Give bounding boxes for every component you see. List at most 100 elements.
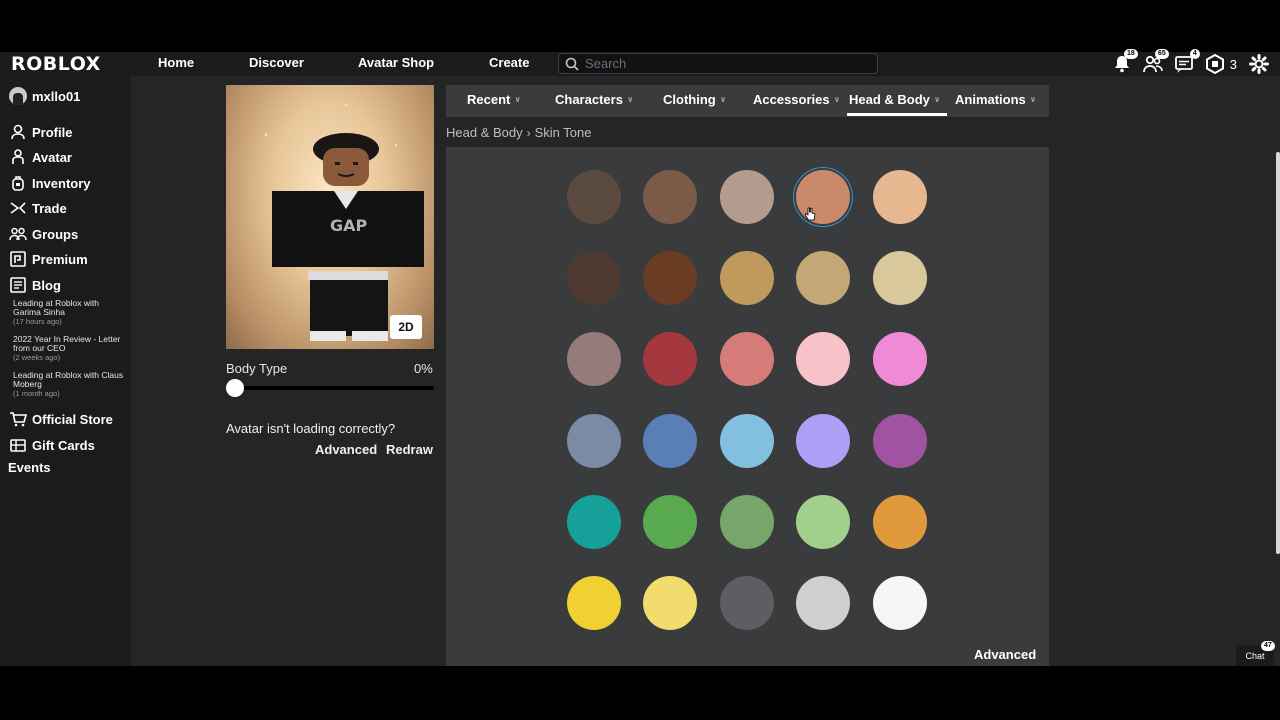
breadcrumb-parent[interactable]: Head & Body [446,125,523,140]
skin-tone-swatch[interactable] [643,170,697,224]
skin-tone-swatch[interactable] [643,576,697,630]
skin-tone-swatch[interactable] [873,495,927,549]
skin-tone-swatch[interactable] [796,251,850,305]
view-2d-toggle-button[interactable]: 2D [390,315,422,339]
messages-badge: 4 [1189,49,1200,59]
tab-clothing[interactable]: Clothing ∨ [663,92,726,107]
sidebar-item-label: Groups [32,226,79,242]
top-nav: ROBLOX Home Discover Avatar Shop Create … [0,49,1280,76]
blog-post-link[interactable]: Leading at Roblox with Claus Moberg (1 m… [13,370,128,399]
tab-label: Head & Body [849,92,930,107]
avatar-figure-image: GAP [264,104,424,341]
skin-tone-swatch[interactable] [720,332,774,386]
notifications-bell-icon[interactable]: 18 [1111,49,1138,75]
page-scrollbar[interactable] [1276,152,1280,554]
settings-gear-icon[interactable] [1248,53,1270,75]
nav-home[interactable]: Home [158,55,194,70]
friends-icon[interactable]: 65 [1142,49,1169,75]
sidebar-item-events[interactable]: Events [8,460,51,475]
skin-tone-swatch[interactable] [796,414,850,468]
skin-tone-swatch[interactable] [873,576,927,630]
skin-tone-swatch[interactable] [567,576,621,630]
chevron-down-icon: ∨ [514,95,521,104]
body-type-label: Body Type [226,361,288,376]
nav-discover[interactable]: Discover [249,55,304,70]
skin-tone-swatch[interactable] [567,170,621,224]
skin-tone-swatch[interactable] [567,414,621,468]
skin-tone-swatch[interactable] [873,251,927,305]
skin-tone-swatch[interactable] [720,414,774,468]
skin-tone-swatch[interactable] [643,414,697,468]
chevron-down-icon: ∨ [933,95,941,104]
sidebar-item-profile[interactable]: Profile [9,123,72,141]
skin-tone-swatch[interactable] [567,251,621,305]
blog-post-time: (1 month ago) [13,389,60,398]
messages-icon[interactable]: 4 [1173,49,1200,75]
advanced-button[interactable]: Advanced [315,442,377,457]
sidebar-item-trade[interactable]: Trade [9,199,67,217]
redraw-button[interactable]: Redraw [386,442,433,457]
blog-post-time: (17 hours ago) [13,317,62,326]
skin-tone-swatch[interactable] [720,495,774,549]
skin-tone-swatch[interactable] [643,251,697,305]
search-input[interactable] [585,56,865,71]
chevron-right-icon: › [526,125,531,140]
blog-post-link[interactable]: 2022 Year In Review - Letter from our CE… [13,335,128,363]
tab-head-and-body[interactable]: Head & Body ∨ [849,92,940,107]
skin-tone-swatch[interactable] [796,495,850,549]
skin-tone-advanced-button[interactable]: Advanced [974,647,1036,662]
skin-tone-panel [446,147,1049,666]
sidebar-item-premium[interactable]: Premium [9,250,88,268]
skin-tone-swatch[interactable] [796,576,850,630]
sidebar-item-gift-cards[interactable]: Gift Cards [9,436,95,454]
skin-tone-swatch[interactable] [567,332,621,386]
sidebar-item-label: Blog [32,277,61,293]
blog-post-title: Leading at Roblox with Claus Moberg [13,370,124,389]
tab-animations[interactable]: Animations ∨ [955,92,1036,107]
sidebar-item-blog[interactable]: Blog [9,276,61,294]
blog-post-title: Leading at Roblox with Garima Sinha [13,298,100,317]
body-type-slider-track[interactable] [226,386,434,390]
skin-tone-swatch[interactable] [643,495,697,549]
cart-icon [10,412,27,427]
tab-label: Clothing [663,92,716,107]
robux-icon[interactable] [1204,53,1226,75]
avatar-preview[interactable]: GAP 2D [226,85,434,349]
breadcrumb: Head & Body › Skin Tone [446,125,591,140]
body-type-value: 0% [414,361,433,376]
skin-tone-swatch[interactable] [873,414,927,468]
skin-tone-swatch[interactable] [873,332,927,386]
tab-accessories[interactable]: Accessories ∨ [753,92,840,107]
blog-post-link[interactable]: Leading at Roblox with Garima Sinha (17 … [13,298,128,327]
skin-tone-swatch[interactable] [720,251,774,305]
avatar [9,87,27,105]
person-icon [11,124,25,140]
skin-tone-swatch[interactable] [643,332,697,386]
sidebar-item-avatar[interactable]: Avatar [9,148,72,166]
chevron-down-icon: ∨ [719,95,727,104]
user-profile-link[interactable]: mxllo01 [9,87,80,105]
roblox-logo[interactable]: ROBLOX [11,53,101,75]
chevron-down-icon: ∨ [1029,95,1037,104]
tab-label: Recent [467,92,511,107]
backpack-icon [12,176,24,191]
skin-tone-swatch[interactable] [567,495,621,549]
letterbox-top [0,0,1280,52]
skin-tone-swatch[interactable] [873,170,927,224]
sidebar-item-official-store[interactable]: Official Store [9,410,113,428]
sidebar-item-inventory[interactable]: Inventory [9,174,91,192]
tab-characters[interactable]: Characters ∨ [555,92,633,107]
username: mxllo01 [32,88,81,104]
body-type-slider-handle[interactable] [226,379,244,397]
skin-tone-swatch[interactable] [796,332,850,386]
notification-badge: 18 [1123,49,1138,59]
nav-avatar-shop[interactable]: Avatar Shop [358,55,434,70]
skin-tone-swatch[interactable] [720,576,774,630]
chevron-down-icon: ∨ [833,95,841,104]
nav-create[interactable]: Create [489,55,529,70]
sidebar-item-groups[interactable]: Groups [9,225,78,243]
search-bar[interactable] [558,53,878,74]
tab-label: Accessories [753,92,830,107]
skin-tone-swatch[interactable] [720,170,774,224]
tab-recent[interactable]: Recent ∨ [467,92,521,107]
